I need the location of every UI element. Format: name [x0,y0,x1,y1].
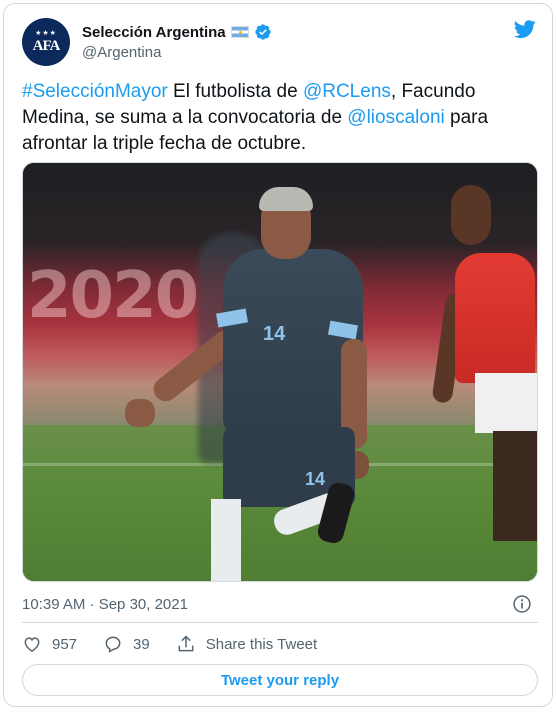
tweet-text: #SelecciónMayor El futbolista de @RCLens… [22,79,532,157]
heart-icon [24,637,40,652]
avatar-stars: ★★★ [35,30,57,37]
like-button[interactable]: 957 [22,634,77,654]
share-label: Share this Tweet [205,635,318,653]
tweet-text-segment: El futbolista de [167,81,303,102]
mention-link-lioscaloni[interactable]: @lioscaloni [347,107,444,128]
author-display-name[interactable]: Selección Argentina [82,24,226,41]
verified-badge-icon [254,24,271,40]
author-handle[interactable]: @Argentina [82,44,161,61]
photo-opponent-legs [493,431,537,541]
avatar-logo-text: AFA [32,38,61,54]
tweet-timestamp[interactable]: 10:39 AM · Sep 30, 2021 [22,596,188,613]
reply-count: 39 [133,635,150,653]
photo-player-left-leg [211,499,241,581]
share-icon [178,635,194,652]
photo-shorts-number: 14 [305,469,326,489]
photo-player-left-fist [125,399,155,427]
info-icon[interactable] [512,594,532,614]
hashtag-link[interactable]: #SelecciónMayor [22,81,168,102]
twitter-bird-icon[interactable] [512,18,538,40]
share-button[interactable]: Share this Tweet [176,634,317,654]
like-count: 957 [52,635,78,653]
photo-shirt-number: 14 [263,323,286,345]
avatar[interactable]: ★★★ AFA [22,18,70,66]
photo-stand-text: 2020 [27,259,199,333]
divider [22,622,538,623]
reply-button[interactable]: 39 [103,634,150,654]
photo-opponent-shorts [475,373,537,433]
mention-link-rclens[interactable]: @RCLens [303,81,391,102]
tweet-card: ★★★ AFA Selección Argentina @Argentina #… [3,3,553,707]
tweet-photo[interactable]: 2020 14 14 [22,162,538,582]
photo-opponent-head [451,185,491,245]
argentina-flag-icon [230,26,249,38]
author-name-row[interactable]: Selección Argentina [82,23,272,41]
photo-player-hair [259,187,313,211]
tweet-actions: 957 39 Share this Tweet [22,632,343,656]
reply-bubble-icon [105,636,121,653]
photo-opponent-shirt [455,253,535,383]
tweet-your-reply-button[interactable]: Tweet your reply [22,664,538,696]
